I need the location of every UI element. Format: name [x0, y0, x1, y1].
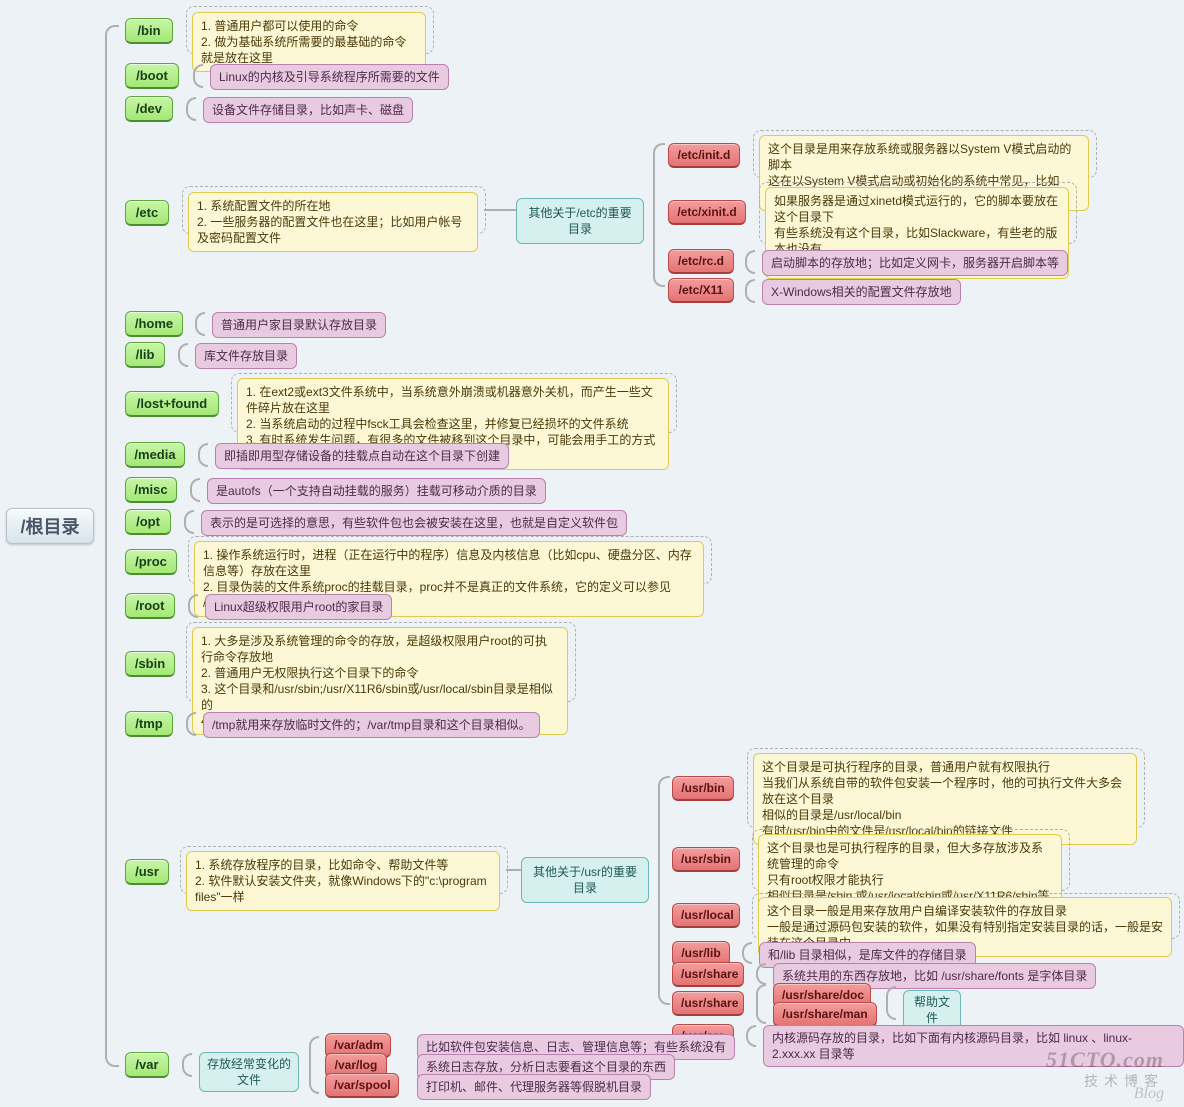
dir-sbin[interactable]: /sbin	[125, 651, 175, 677]
usr-sbin-n2: 只有root权限才能执行	[767, 872, 1053, 888]
brace-misc	[190, 478, 200, 502]
brace-usr-mid	[658, 776, 670, 1005]
dir-home[interactable]: /home	[125, 311, 183, 337]
lf-n1: 1. 在ext2或ext3文件系统中，当系统意外崩溃或机器意外关机，而产生一些文…	[246, 384, 660, 416]
brace-var-mid	[309, 1036, 319, 1094]
sbin-n2: 2. 普通用户无权限执行这个目录下的命令	[201, 665, 559, 681]
opt-note: 表示的是可选择的意思，有些软件包也会被安装在这里，也就是自定义软件包	[201, 510, 627, 536]
etc-n1: 1. 系统配置文件的所在地	[197, 198, 469, 214]
brace-boot	[193, 64, 203, 88]
usr-share-help: 帮助文件	[903, 990, 961, 1030]
usr-sbin-n1: 这个目录也是可执行程序的目录，但大多存放涉及系统管理的命令	[767, 840, 1053, 872]
dir-bin[interactable]: /bin	[125, 18, 173, 44]
brace-usr-share2	[756, 984, 766, 1024]
usr-bin-n3: 相似的目录是/usr/local/bin	[762, 807, 1128, 823]
var-spool-note: 打印机、邮件、代理服务器等假脱机目录	[417, 1074, 651, 1100]
dir-var-spool[interactable]: /var/spool	[325, 1073, 399, 1098]
dir-var[interactable]: /var	[125, 1052, 169, 1078]
dir-media[interactable]: /media	[125, 442, 185, 468]
watermark-blog: Blog	[1134, 1085, 1164, 1103]
brace-etc-rcd	[745, 250, 755, 274]
sbin-n3: 3. 这个目录和/usr/sbin;/usr/X11R6/sbin或/usr/l…	[201, 681, 559, 713]
dir-usr-share2[interactable]: /usr/share	[672, 991, 744, 1016]
root-brace	[105, 25, 119, 1067]
brace-tmp	[186, 712, 196, 736]
bin-n2: 2. 做为基础系统所需要的最基础的命令就是放在这里	[201, 34, 417, 66]
tmp-note: /tmp就用来存放临时文件的；/var/tmp目录和这个目录相似。	[203, 712, 540, 738]
brace-usr-src	[746, 1025, 756, 1047]
proc-n1: 1. 操作系统运行时，进程（正在运行中的程序）信息及内核信息（比如cpu、硬盘分…	[203, 547, 695, 579]
home-note: 普通用户家目录默认存放目录	[212, 312, 386, 338]
root-node[interactable]: /根目录	[6, 508, 94, 544]
misc-note: 是autofs（一个支持自动挂载的服务）挂载可移动介质的目录	[207, 478, 546, 504]
dir-opt[interactable]: /opt	[125, 509, 171, 535]
bin-note: 1. 普通用户都可以使用的命令 2. 做为基础系统所需要的最基础的命令就是放在这…	[192, 12, 426, 72]
brace-dev	[186, 97, 196, 121]
lib-note: 库文件存放目录	[195, 343, 297, 369]
dir-dev[interactable]: /dev	[125, 96, 173, 122]
usr-note: 1. 系统存放程序的目录，比如命令、帮助文件等 2. 软件默认安装文件夹，就像W…	[186, 851, 500, 911]
line-etc-mid	[484, 209, 516, 211]
usr-n2: 2. 软件默认安装文件夹，就像Windows下的"c:\program file…	[195, 873, 491, 905]
etc-x11-note: X-Windows相关的配置文件存放地	[762, 279, 961, 305]
brace-usr-lib	[742, 942, 752, 964]
dev-note: 设备文件存储目录，比如声卡、磁盘	[203, 97, 413, 123]
dir-proc[interactable]: /proc	[125, 549, 177, 575]
brace-etc-mid	[653, 143, 665, 287]
etc-note: 1. 系统配置文件的所在地 2. 一些服务器的配置文件也在这里；比如用户帐号及密…	[188, 192, 478, 252]
dir-lib[interactable]: /lib	[125, 342, 165, 368]
brace-lib	[178, 343, 188, 367]
brace-root	[188, 594, 198, 618]
lf-n2: 2. 当系统启动的过程中fsck工具会检查这里，并修复已经损坏的文件系统	[246, 416, 660, 432]
etc-rcd-note: 启动脚本的存放地；比如定义网卡，服务器开启脚本等	[762, 250, 1068, 276]
dir-usr-sbin[interactable]: /usr/sbin	[672, 847, 740, 872]
usr-mid: 其他关于/usr的重要目录	[521, 857, 649, 903]
brace-home	[195, 312, 205, 336]
dir-boot[interactable]: /boot	[125, 63, 179, 89]
etc-n2: 2. 一些服务器的配置文件也在这里；比如用户帐号及密码配置文件	[197, 214, 469, 246]
dir-etc-xinitd[interactable]: /etc/xinit.d	[668, 200, 746, 225]
boot-note: Linux的内核及引导系统程序所需要的文件	[210, 64, 449, 90]
usr-bin-n1: 这个目录是可执行程序的目录，普通用户就有权限执行	[762, 759, 1128, 775]
usr-local-n1: 这个目录一般是用来存放用户自编译安装软件的存放目录	[767, 903, 1163, 919]
var-mid: 存放经常变化的文件	[199, 1052, 299, 1092]
line-usr-mid	[506, 869, 521, 871]
dir-usr[interactable]: /usr	[125, 859, 169, 885]
etc-xinitd-n1: 如果服务器是通过xinetd模式运行的，它的脚本要放在这个目录下	[774, 193, 1060, 225]
dir-etc[interactable]: /etc	[125, 200, 169, 226]
dir-misc[interactable]: /misc	[125, 477, 177, 503]
dir-etc-rcd[interactable]: /etc/rc.d	[668, 249, 734, 274]
dir-etc-initd[interactable]: /etc/init.d	[668, 143, 740, 168]
media-note: 即插即用型存储设备的挂载点自动在这个目录下创建	[215, 443, 509, 469]
dir-usr-share1[interactable]: /usr/share	[672, 962, 744, 987]
brace-usr-share1	[756, 963, 766, 985]
dir-usr-bin[interactable]: /usr/bin	[672, 776, 734, 801]
usr-bin-n2: 当我们从系统自带的软件包安装一个程序时，他的可执行文件大多会放在这个目录	[762, 775, 1128, 807]
dir-lostfound[interactable]: /lost+found	[125, 391, 219, 417]
brace-usr-share-help	[886, 986, 896, 1020]
sbin-n1: 1. 大多是涉及系统管理的命令的存放，是超级权限用户root的可执行命令存放地	[201, 633, 559, 665]
watermark-domain: 51CTO.com	[1046, 1047, 1164, 1073]
dir-etc-x11[interactable]: /etc/X11	[668, 278, 734, 303]
etc-mid: 其他关于/etc的重要目录	[516, 198, 644, 244]
dir-usr-share-man[interactable]: /usr/share/man	[773, 1002, 877, 1027]
brace-opt	[184, 510, 194, 534]
dir-usr-local[interactable]: /usr/local	[672, 903, 740, 928]
dir-root[interactable]: /root	[125, 593, 175, 619]
brace-var	[182, 1053, 192, 1077]
etc-initd-n1: 这个目录是用来存放系统或服务器以System V模式启动的脚本	[768, 141, 1080, 173]
brace-media	[198, 443, 208, 467]
brace-etc-x11	[745, 279, 755, 303]
root-note: Linux超级权限用户root的家目录	[205, 594, 392, 620]
bin-n1: 1. 普通用户都可以使用的命令	[201, 18, 417, 34]
dir-tmp[interactable]: /tmp	[125, 711, 173, 737]
usr-n1: 1. 系统存放程序的目录，比如命令、帮助文件等	[195, 857, 491, 873]
